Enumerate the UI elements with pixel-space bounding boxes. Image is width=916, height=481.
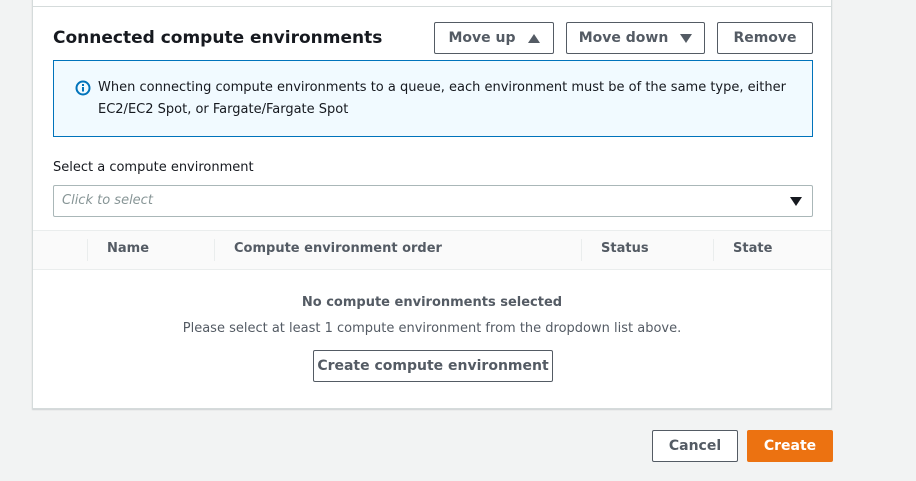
- move-up-button[interactable]: Move up: [434, 22, 554, 54]
- panel-divider: [33, 6, 831, 7]
- move-up-label: Move up: [448, 30, 516, 46]
- create-label: Create: [763, 438, 817, 454]
- info-alert-text: When connecting compute environments to …: [98, 80, 786, 117]
- column-header-state[interactable]: State: [733, 241, 772, 256]
- compute-environment-select[interactable]: Click to select: [53, 185, 813, 217]
- compute-select-placeholder: Click to select: [62, 193, 153, 208]
- create-compute-environment-button[interactable]: Create compute environment: [313, 350, 553, 382]
- create-button[interactable]: Create: [747, 430, 833, 462]
- dropdown-caret-icon: [790, 197, 802, 206]
- empty-state-title: No compute environments selected: [301, 295, 563, 310]
- column-divider: [581, 239, 582, 261]
- compute-select-label: Select a compute environment: [53, 160, 254, 175]
- column-header-order[interactable]: Compute environment order: [234, 241, 442, 256]
- caret-down-icon: [680, 33, 693, 43]
- remove-button[interactable]: Remove: [717, 22, 813, 54]
- column-divider: [87, 239, 88, 261]
- column-divider: [713, 239, 714, 261]
- info-alert: When connecting compute environments to …: [53, 60, 813, 137]
- info-icon: [75, 80, 91, 96]
- cancel-label: Cancel: [668, 438, 722, 454]
- move-down-button[interactable]: Move down: [566, 22, 705, 54]
- caret-up-icon: [527, 33, 540, 43]
- column-divider: [214, 239, 215, 261]
- empty-state-message: Please select at least 1 compute environ…: [182, 321, 682, 336]
- compute-environments-panel: Connected compute environments Move up M…: [32, 0, 832, 409]
- move-down-label: Move down: [578, 30, 669, 46]
- create-compute-environment-label: Create compute environment: [317, 358, 549, 374]
- table-header: Name Compute environment order Status St…: [33, 230, 831, 270]
- column-header-name[interactable]: Name: [107, 241, 149, 256]
- column-header-status[interactable]: Status: [601, 241, 649, 256]
- section-title: Connected compute environments: [53, 28, 383, 48]
- cancel-button[interactable]: Cancel: [652, 430, 738, 462]
- remove-label: Remove: [733, 30, 797, 46]
